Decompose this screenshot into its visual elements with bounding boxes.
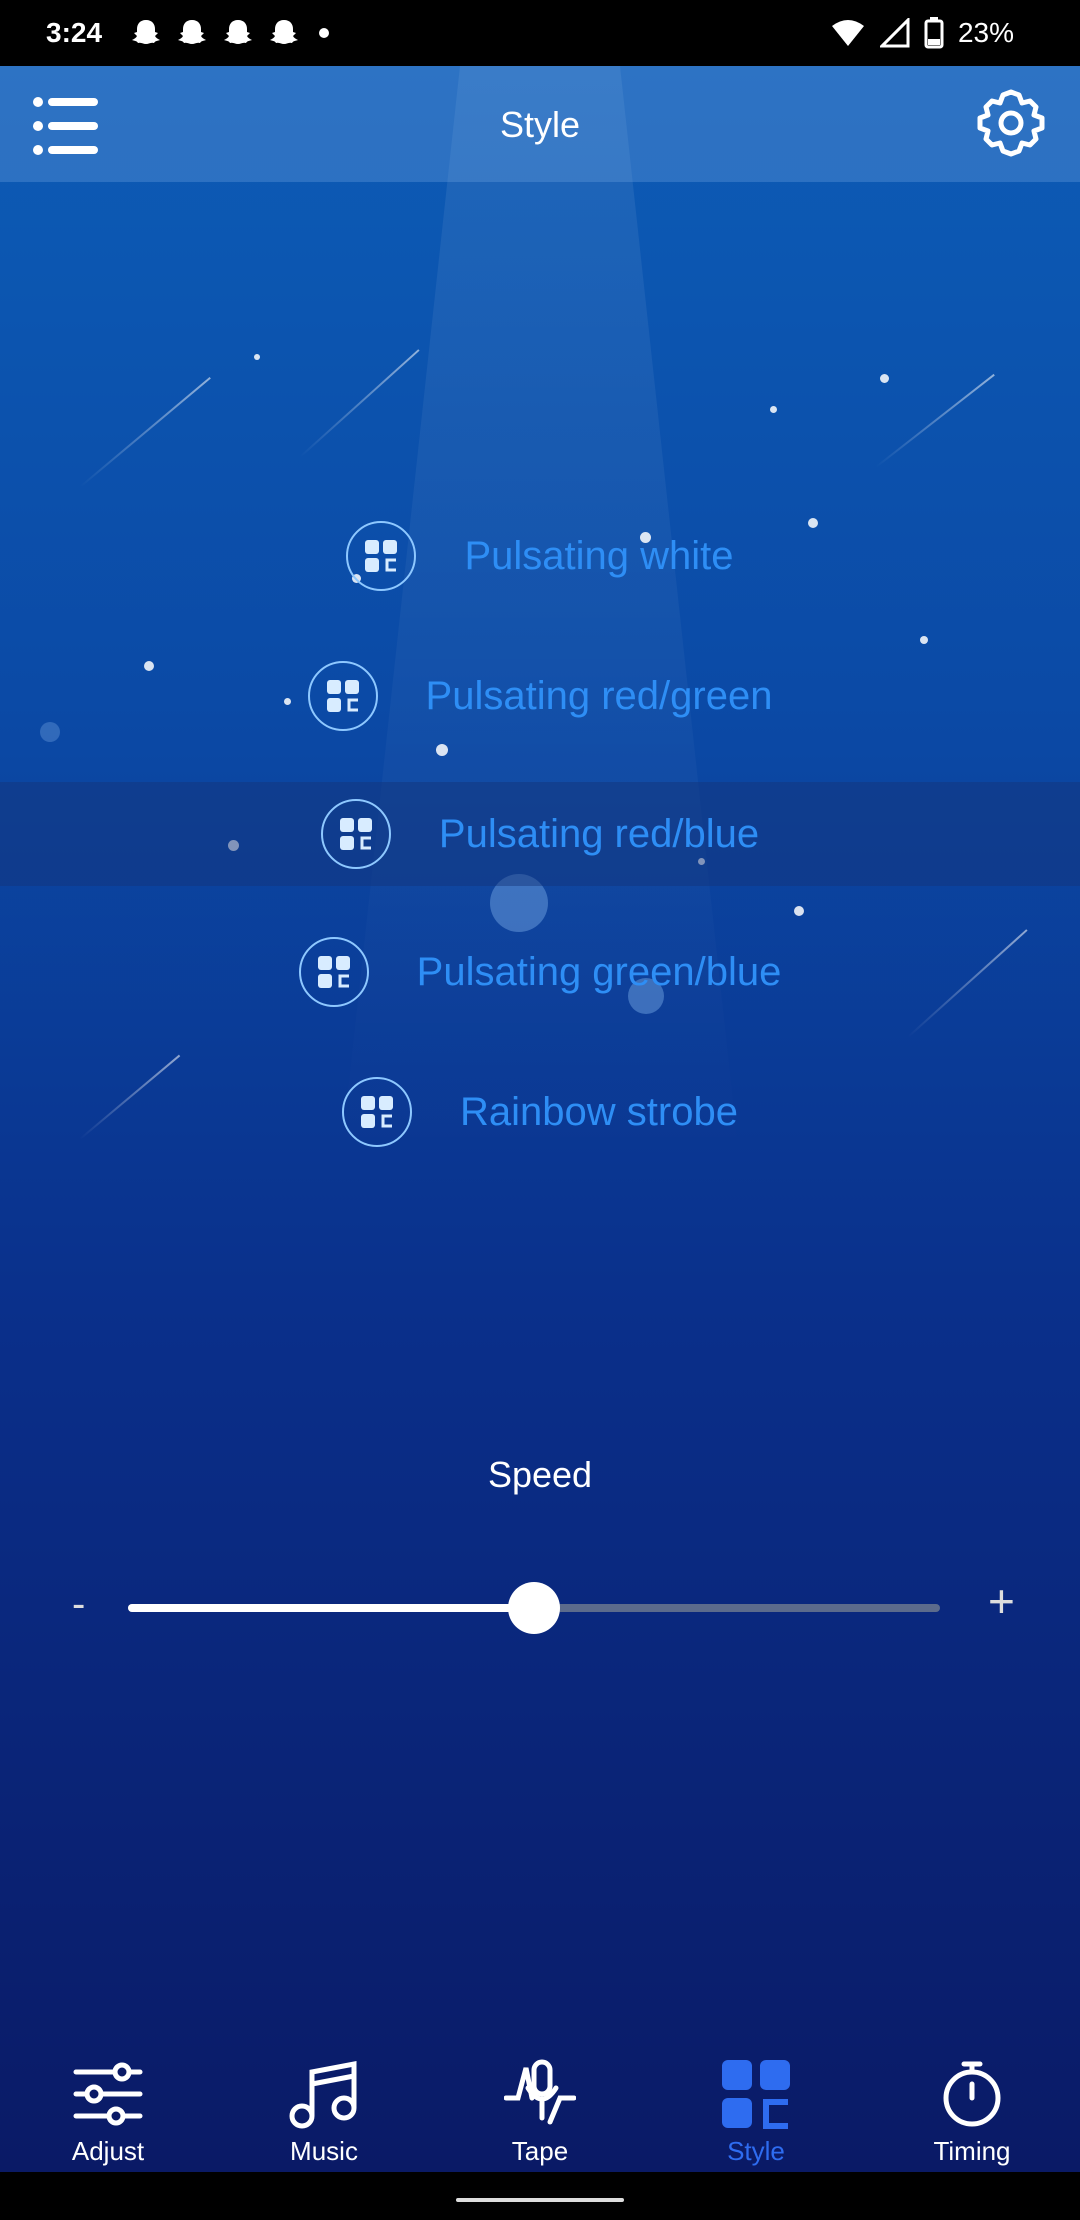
style-label: Rainbow strobe xyxy=(460,1089,738,1134)
speed-increase-button[interactable]: + xyxy=(988,1574,1015,1628)
page-title: Style xyxy=(499,104,581,145)
style-label: Pulsating red/green xyxy=(425,673,773,718)
sliders-icon xyxy=(73,2062,143,2126)
nav-music[interactable]: Music xyxy=(216,1990,432,2172)
app-screen: Style Pulsating white Pulsating red/gree… xyxy=(0,66,1080,2172)
settings-button[interactable] xyxy=(976,88,1046,158)
nav-timing[interactable]: Timing xyxy=(864,1990,1080,2172)
nav-label: Tape xyxy=(511,2136,569,2166)
microphone-icon xyxy=(504,2059,576,2125)
dot-icon xyxy=(319,28,330,38)
speed-decrease-button[interactable]: - xyxy=(72,1582,85,1627)
snapchat-icon xyxy=(178,20,207,44)
timer-icon xyxy=(943,2061,1001,2127)
nav-label: Adjust xyxy=(71,2136,145,2166)
snapchat-icon xyxy=(132,20,161,44)
battery-icon xyxy=(924,17,944,49)
meteor xyxy=(875,373,995,468)
nav-label: Timing xyxy=(933,2136,1011,2166)
nav-style[interactable]: Style xyxy=(648,1990,864,2172)
nav-adjust[interactable]: Adjust xyxy=(0,1990,216,2172)
style-label: Pulsating green/blue xyxy=(416,949,782,994)
status-right: 23% xyxy=(830,17,1014,49)
meteor xyxy=(79,376,211,488)
star xyxy=(770,406,777,413)
style-grid-icon xyxy=(320,799,391,869)
status-bar: 3:24 23% xyxy=(0,0,1080,66)
speed-title: Speed xyxy=(487,1454,593,1495)
nav-label: Style xyxy=(727,2136,785,2166)
style-grid-icon xyxy=(298,937,369,1007)
style-grid-icon xyxy=(722,2060,790,2129)
style-item-selected[interactable]: Pulsating red/blue xyxy=(0,782,1080,886)
speed-slider[interactable] xyxy=(128,1582,940,1634)
battery-percent: 23% xyxy=(957,17,1014,48)
music-note-icon xyxy=(289,2060,357,2129)
snapchat-icon xyxy=(224,20,253,44)
star xyxy=(880,374,889,383)
style-grid-icon xyxy=(307,661,378,731)
notification-icons xyxy=(130,18,334,48)
style-grid-icon xyxy=(342,1077,413,1147)
meteor xyxy=(299,349,420,458)
style-item[interactable]: Pulsating white xyxy=(0,486,1080,626)
nav-label: Music xyxy=(290,2136,358,2166)
speed-slider-thumb[interactable] xyxy=(508,1582,560,1634)
style-item[interactable]: Rainbow strobe xyxy=(0,1042,1080,1182)
nav-tape[interactable]: Tape xyxy=(432,1990,648,2172)
gear-icon xyxy=(977,89,1045,157)
style-grid-icon xyxy=(346,521,417,591)
signal-icon xyxy=(879,18,910,48)
speed-slider-fill xyxy=(128,1604,534,1612)
wifi-icon xyxy=(831,20,864,46)
star xyxy=(254,354,260,360)
style-item[interactable]: Pulsating green/blue xyxy=(0,902,1080,1042)
home-indicator[interactable] xyxy=(456,2198,624,2202)
snapchat-icon xyxy=(270,20,299,44)
status-time: 3:24 xyxy=(46,17,103,48)
top-bar: Style xyxy=(0,66,1080,182)
style-item[interactable]: Pulsating red/green xyxy=(0,626,1080,766)
gesture-bar xyxy=(0,2172,1080,2220)
style-list: Pulsating white Pulsating red/green Puls… xyxy=(0,486,1080,1182)
style-label: Pulsating white xyxy=(464,533,734,578)
bottom-nav: Adjust Music Tape Style Timing xyxy=(0,1990,1080,2172)
style-label: Pulsating red/blue xyxy=(438,811,760,856)
